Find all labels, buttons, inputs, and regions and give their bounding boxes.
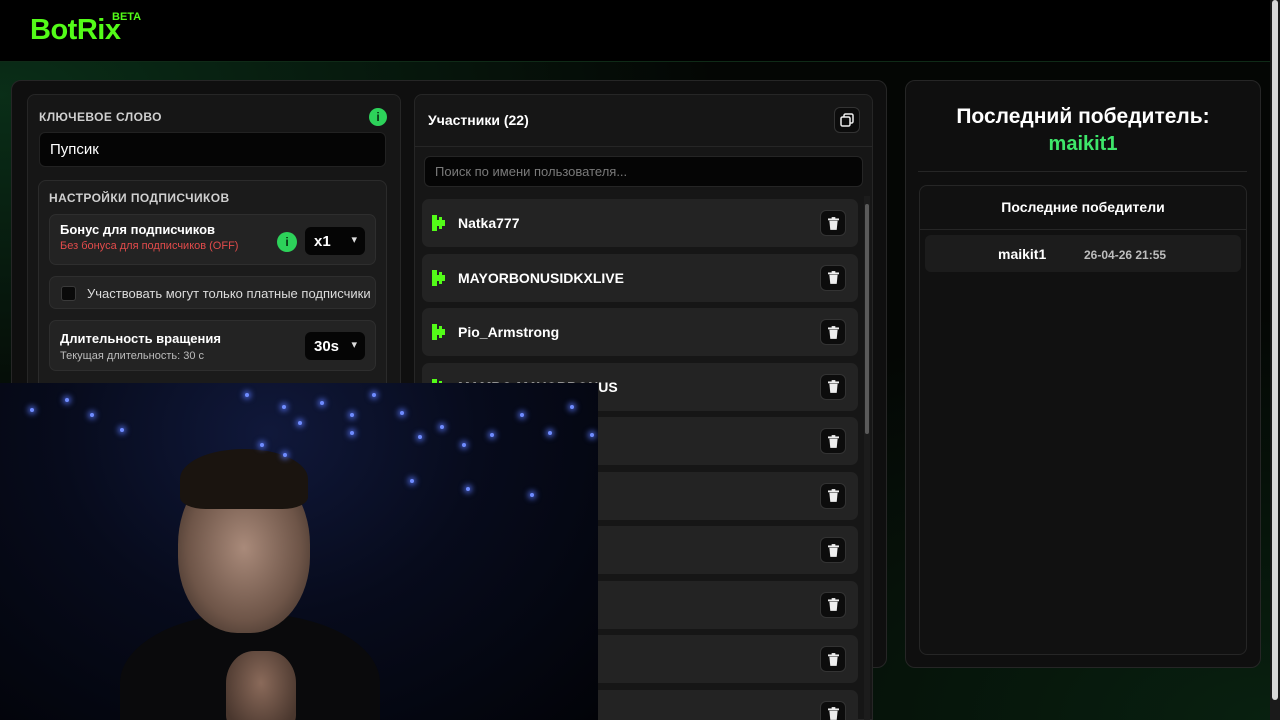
recent-winners-title: Последние победители: [1001, 199, 1165, 215]
delete-participant-button[interactable]: [820, 700, 846, 720]
delete-participant-button[interactable]: [820, 591, 846, 618]
participant-row: Pio_Armstrong: [422, 308, 858, 356]
light-bulb: [418, 435, 422, 439]
light-bulb: [548, 431, 552, 435]
top-bar: BotRix BETA: [0, 0, 1270, 62]
delete-participant-button[interactable]: [820, 264, 846, 291]
trash-icon: [827, 325, 839, 339]
trash-icon: [827, 543, 839, 557]
streamer-hair: [180, 449, 308, 509]
light-bulb: [120, 428, 124, 432]
light-bulb: [298, 421, 302, 425]
light-bulb: [490, 433, 494, 437]
trash-icon: [827, 271, 839, 284]
light-bulb: [410, 479, 414, 483]
copy-button[interactable]: [834, 107, 860, 133]
delete-participant-button[interactable]: [820, 373, 846, 400]
light-bulb: [30, 408, 34, 412]
delete-participant-button[interactable]: [820, 319, 846, 345]
light-bulb: [350, 413, 354, 417]
brand-logo[interactable]: BotRix: [30, 14, 121, 47]
trash-icon: [827, 434, 839, 448]
light-bulb: [466, 487, 470, 491]
light-bulb: [462, 443, 466, 447]
info-icon[interactable]: i: [277, 232, 297, 252]
keyword-input[interactable]: [39, 132, 386, 167]
light-bulb: [283, 453, 287, 457]
bonus-subtitle: Без бонуса для подписчиков (OFF): [60, 240, 239, 252]
trash-icon: [827, 216, 839, 230]
subscriber-settings-label: НАСТРОЙКИ ПОДПИСЧИКОВ: [49, 191, 230, 205]
light-bulb: [372, 393, 376, 397]
light-bulb: [400, 411, 404, 415]
recent-winners-divider: [920, 229, 1246, 230]
info-icon[interactable]: i: [369, 108, 387, 126]
beta-badge: BETA: [112, 11, 142, 23]
participants-scrollbar[interactable]: [864, 196, 870, 720]
participants-divider: [415, 146, 872, 147]
trash-icon: [827, 598, 839, 611]
chevron-down-icon: ▾: [351, 339, 357, 351]
light-bulb: [90, 413, 94, 417]
paid-only-label: Участвовать могут только платные подписч…: [87, 286, 371, 301]
light-bulb: [440, 425, 444, 429]
delete-participant-button[interactable]: [820, 482, 846, 509]
participant-row: Natka777: [422, 199, 858, 247]
scrollbar-thumb[interactable]: [865, 204, 869, 434]
delete-participant-button[interactable]: [820, 537, 846, 563]
keyword-label: КЛЮЧЕВОЕ СЛОВО: [39, 110, 162, 124]
light-bulb: [520, 413, 524, 417]
paid-only-checkbox[interactable]: [61, 286, 76, 301]
kick-logo-icon: [432, 215, 447, 231]
copy-icon: [840, 113, 854, 127]
participants-title: Участники (22): [428, 112, 529, 128]
spin-duration-row: Длительность вращения Текущая длительнос…: [49, 320, 376, 371]
recent-winner-name: maikit1: [998, 246, 1047, 262]
last-winner-title: Последний победитель:: [956, 105, 1210, 128]
bonus-title: Бонус для подписчиков: [60, 222, 216, 237]
light-bulb: [570, 405, 574, 409]
page-scrollbar[interactable]: [1270, 0, 1280, 720]
participant-name: Natka777: [458, 215, 520, 231]
light-bulb: [245, 393, 249, 397]
participant-search-input[interactable]: [424, 156, 863, 187]
delete-participant-button[interactable]: [820, 646, 846, 672]
last-winner-name: maikit1: [1048, 133, 1118, 155]
trash-icon: [827, 489, 839, 502]
kick-logo-icon: [432, 324, 447, 340]
page-scrollbar-thumb[interactable]: [1272, 0, 1278, 700]
light-bulb: [65, 398, 69, 402]
paid-only-row[interactable]: Участвовать могут только платные подписч…: [49, 276, 376, 309]
winner-divider: [918, 171, 1247, 172]
trash-icon: [827, 707, 839, 720]
light-bulb: [350, 431, 354, 435]
light-bulb: [320, 401, 324, 405]
light-bulb: [260, 443, 264, 447]
streamer-hands: [226, 651, 296, 720]
webcam-overlay: [0, 383, 598, 720]
subscriber-bonus-row: Бонус для подписчиков Без бонуса для под…: [49, 214, 376, 265]
participant-row: MAYORBONUSIDKXLIVE: [422, 253, 858, 302]
bonus-select[interactable]: x1 ▾: [305, 227, 365, 255]
spin-duration-select[interactable]: 30s ▾: [305, 332, 365, 360]
spin-duration-subtitle: Текущая длительность: 30 с: [60, 350, 204, 362]
trash-icon: [827, 380, 839, 393]
chevron-down-icon: ▾: [351, 234, 357, 246]
participant-name: Pio_Armstrong: [458, 324, 560, 340]
participant-name: MAYORBONUSIDKXLIVE: [458, 269, 624, 286]
bonus-select-value: x1: [314, 232, 331, 250]
trash-icon: [827, 652, 839, 666]
delete-participant-button[interactable]: [820, 428, 846, 454]
delete-participant-button[interactable]: [820, 210, 846, 236]
spin-duration-title: Длительность вращения: [60, 331, 221, 346]
light-bulb: [530, 493, 534, 497]
light-bulb: [590, 433, 594, 437]
spin-duration-value: 30s: [314, 337, 340, 355]
recent-winner-row: maikit1 26-04-26 21:55: [925, 235, 1241, 272]
recent-winner-time: 26-04-26 21:55: [1084, 248, 1167, 262]
kick-logo-icon: [432, 269, 447, 286]
light-bulb: [282, 405, 286, 409]
